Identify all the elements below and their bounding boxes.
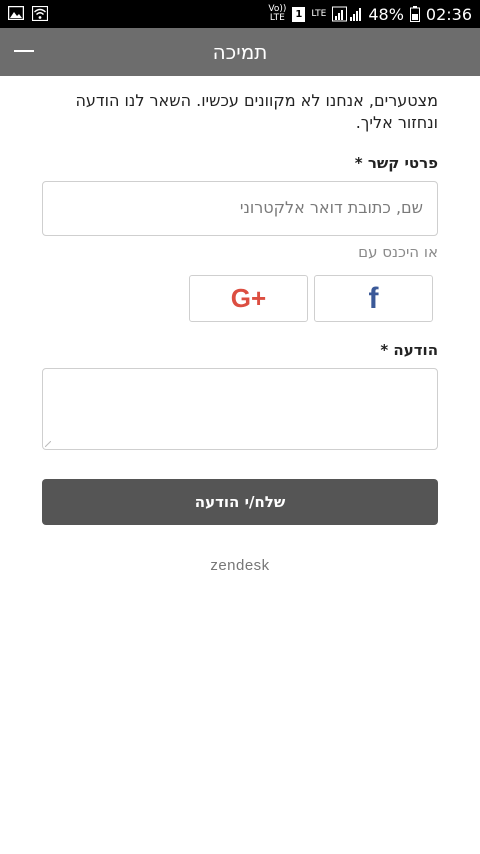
zendesk-logo: zendesk [210,557,270,574]
battery-icon [409,6,420,22]
contact-form: מצטערים, אנחנו לא מקוונים עכשיו. השאר לנ… [0,76,480,538]
app-bar: תמיכה [0,28,480,76]
volte-bottom: LTE [269,13,285,23]
intro-text: מצטערים, אנחנו לא מקוונים עכשיו. השאר לנ… [75,91,438,132]
message-textarea[interactable] [42,368,438,450]
status-bar: Vo)) LTE 1 LTE 48% 02:36 [0,0,480,28]
battery-percent: 48% [368,4,404,24]
facebook-icon: f [368,281,379,315]
page-title: תמיכה [212,40,268,64]
volte-indicator: Vo)) LTE [268,5,286,23]
send-message-button[interactable]: שלח/י הודעה [42,479,438,525]
sim-icon: 1 [292,6,306,22]
image-icon [8,6,24,20]
contact-placeholder: שם, כתובת דואר אלקטרוני [239,198,423,217]
message-label: הודעה * [380,341,438,359]
google-plus-icon: G+ [230,283,267,313]
contact-input[interactable]: שם, כתובת דואר אלקטרוני [42,181,438,236]
facebook-button[interactable]: f [314,275,433,322]
sim-badge: 1 [295,8,303,20]
contact-label: פרטי קשר * [354,154,438,172]
clock: 02:36 [425,4,472,24]
lte-indicator: LTE [311,8,327,19]
footer: zendesk [0,538,480,854]
google-plus-button[interactable]: G+ [189,275,308,322]
send-message-label: שלח/י הודעה [194,493,286,511]
signin-with-label: או היכנס עם [358,243,438,261]
wifi-icon [32,6,48,21]
resize-handle-icon[interactable] [45,441,51,447]
signal-icon [332,6,362,22]
